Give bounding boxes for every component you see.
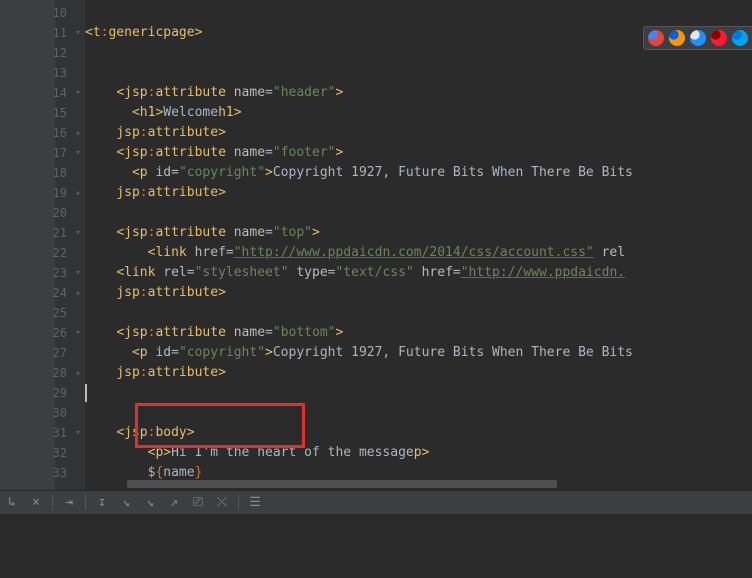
fold-toggle-icon[interactable]: ▴ xyxy=(73,288,83,298)
line-number: 20 xyxy=(0,203,85,223)
safari-icon[interactable] xyxy=(690,30,706,46)
line-number: 22 xyxy=(0,243,85,263)
fold-toggle-icon[interactable]: ▾ xyxy=(73,28,83,38)
line-number: 32 xyxy=(0,443,85,463)
debug-toolbar[interactable]: ↳ × ⇥ ↧ ↘ ↘ ↗ ⎚ ⤬ ☰ xyxy=(0,490,752,515)
code-line[interactable]: <link href="http://www.ppdaicdn.com/2014… xyxy=(85,243,752,263)
code-line[interactable]: <jsp:attribute name="footer"> xyxy=(85,143,752,163)
fold-toggle-icon[interactable]: ▾ xyxy=(73,148,83,158)
fold-toggle-icon[interactable]: ▴ xyxy=(73,188,83,198)
code-line[interactable]: jsp:attribute> xyxy=(85,363,752,383)
scrollbar-thumb[interactable] xyxy=(127,480,557,488)
code-line[interactable]: <jsp:attribute name="bottom"> xyxy=(85,323,752,343)
line-number: 14▾ xyxy=(0,83,85,103)
horizontal-scrollbar[interactable] xyxy=(127,480,740,490)
fold-toggle-icon[interactable]: ▴ xyxy=(73,368,83,378)
line-number: 16▴ xyxy=(0,123,85,143)
step-down-icon[interactable]: ↘ xyxy=(118,495,134,511)
step-out-icon[interactable]: ↗ xyxy=(166,495,182,511)
code-line[interactable]: jsp:attribute> xyxy=(85,183,752,203)
fold-toggle-icon[interactable]: ▾ xyxy=(73,328,83,338)
line-number: 10 xyxy=(0,3,85,23)
fold-toggle-icon[interactable]: ▴ xyxy=(73,128,83,138)
soft-wrap-icon[interactable]: ☰ xyxy=(247,495,263,511)
line-number: 18 xyxy=(0,163,85,183)
separator xyxy=(238,495,239,511)
line-number: 13 xyxy=(0,63,85,83)
code-line[interactable]: <p id="copyright">Copyright 1927, Future… xyxy=(85,343,752,363)
fold-toggle-icon[interactable]: ▾ xyxy=(73,428,83,438)
wrap-icon[interactable]: ⇥ xyxy=(61,495,77,511)
code-line[interactable]: <p id="copyright">Copyright 1927, Future… xyxy=(85,163,752,183)
separator xyxy=(52,495,53,511)
opera-icon[interactable] xyxy=(711,30,727,46)
fold-toggle-icon[interactable]: ▾ xyxy=(73,88,83,98)
code-line[interactable]: jsp:attribute> xyxy=(85,123,752,143)
code-line[interactable] xyxy=(85,383,752,403)
chrome-icon[interactable] xyxy=(648,30,664,46)
line-number: 31▾ xyxy=(0,423,85,443)
line-number: 33 xyxy=(0,463,85,483)
line-number: 30 xyxy=(0,403,85,423)
line-number: 26▾ xyxy=(0,323,85,343)
line-number: 23▾ xyxy=(0,263,85,283)
code-line[interactable] xyxy=(85,63,752,83)
line-number: 19▴ xyxy=(0,183,85,203)
line-number: 25 xyxy=(0,303,85,323)
code-line[interactable] xyxy=(85,303,752,323)
line-number: 21▾ xyxy=(0,223,85,243)
step-up-icon[interactable]: ↘ xyxy=(142,495,158,511)
line-number: 15 xyxy=(0,103,85,123)
line-number: 29 xyxy=(0,383,85,403)
code-line[interactable]: <h1>Welcomeh1> xyxy=(85,103,752,123)
line-number: 28▴ xyxy=(0,363,85,383)
separator xyxy=(85,495,86,511)
code-line[interactable] xyxy=(85,3,752,23)
close-icon[interactable]: × xyxy=(28,495,44,511)
line-number: 24▴ xyxy=(0,283,85,303)
scroll-down-icon[interactable]: ↧ xyxy=(94,495,110,511)
fold-toggle-icon[interactable]: ▾ xyxy=(73,228,83,238)
clear-icon[interactable]: ⤬ xyxy=(214,495,230,511)
code-line[interactable]: <jsp:body> xyxy=(85,423,752,443)
firefox-icon[interactable] xyxy=(669,30,685,46)
line-number: 17▾ xyxy=(0,143,85,163)
console-output[interactable]: ? INFO [main] org.apache.coyote.Abstract… xyxy=(0,515,752,578)
ie-icon[interactable] xyxy=(732,30,748,46)
code-line[interactable]: <link rel="stylesheet" type="text/css" h… xyxy=(85,263,752,283)
code-editor[interactable]: 1011▾121314▾1516▴17▾1819▴2021▾2223▾24▴25… xyxy=(0,0,752,490)
line-number: 12 xyxy=(0,43,85,63)
tip-icon[interactable]: ↳ xyxy=(4,495,20,511)
line-number: 11▾ xyxy=(0,23,85,43)
code-line[interactable]: <p>Hi I'm the heart of the messagep> xyxy=(85,443,752,463)
code-line[interactable] xyxy=(85,203,752,223)
line-number-gutter: 1011▾121314▾1516▴17▾1819▴2021▾2223▾24▴25… xyxy=(0,0,85,490)
line-number: 27 xyxy=(0,343,85,363)
code-area[interactable]: <t:genericpage> <jsp:attribute name="hea… xyxy=(85,0,752,490)
code-line[interactable]: <jsp:attribute name="header"> xyxy=(85,83,752,103)
fold-toggle-icon[interactable]: ▾ xyxy=(73,268,83,278)
browser-preview-icons[interactable] xyxy=(643,26,752,50)
filter-icon[interactable]: ⎚ xyxy=(190,495,206,511)
code-line[interactable]: <jsp:attribute name="top"> xyxy=(85,223,752,243)
code-line[interactable]: jsp:attribute> xyxy=(85,283,752,303)
code-line[interactable] xyxy=(85,403,752,423)
